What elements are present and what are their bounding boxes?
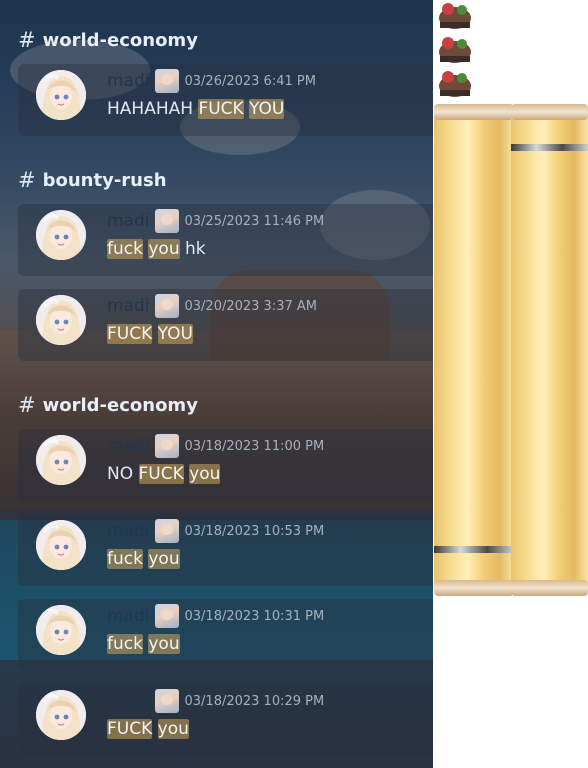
search-result-message[interactable]: madi 03/18/2023 10:31 PM fuck you <box>18 599 433 671</box>
channel-name[interactable]: bounty-rush <box>43 170 167 191</box>
message-text: hk <box>179 239 206 259</box>
avatar[interactable] <box>36 520 86 570</box>
timestamp: 03/18/2023 10:29 PM <box>184 693 325 709</box>
avatar[interactable] <box>36 435 86 485</box>
avatar[interactable] <box>36 210 86 260</box>
hash-icon: # <box>18 393 36 417</box>
toad-sticker-icon <box>436 34 474 64</box>
search-highlight: you <box>189 464 221 484</box>
jar-cap <box>511 580 588 596</box>
avatar[interactable] <box>36 295 86 345</box>
search-highlight: fuck <box>107 239 143 259</box>
search-highlight: YOU <box>249 99 285 119</box>
role-icon <box>154 209 179 233</box>
message-text: HAHAHAH <box>107 99 199 119</box>
search-highlight: YOU <box>157 324 193 344</box>
message-header: madi 03/18/2023 11:00 PM <box>107 434 324 458</box>
author-name[interactable]: madi <box>107 691 150 711</box>
spaghetti-jar-left <box>434 104 514 596</box>
search-result-message[interactable]: madi 03/26/2023 6:41 PM HAHAHAH FUCK YOU <box>18 64 433 136</box>
jar-cap <box>434 104 514 120</box>
jar-band <box>511 144 588 151</box>
timestamp: 03/18/2023 11:00 PM <box>184 438 325 454</box>
channel-name[interactable]: world-economy <box>43 30 198 51</box>
message-text <box>152 324 157 344</box>
search-highlight: FUCK <box>107 719 153 739</box>
search-highlight: you <box>148 549 180 569</box>
search-result-message[interactable]: madi 03/25/2023 11:46 PM fuck you hk <box>18 204 433 276</box>
search-results-panel: # world-economy madi 03/26/2023 6:41 PM HAHA… <box>0 0 433 768</box>
message-header: madi 03/26/2023 6:41 PM <box>107 69 316 93</box>
message-header: madi 03/20/2023 3:37 AM <box>107 294 317 318</box>
channel-header[interactable]: # world-economy <box>18 392 198 418</box>
avatar[interactable] <box>36 690 86 740</box>
search-highlight: you <box>157 719 189 739</box>
avatar[interactable] <box>36 605 86 655</box>
message-content: FUCK YOU <box>107 320 193 348</box>
role-icon <box>154 69 179 93</box>
search-highlight: FUCK <box>138 464 184 484</box>
toad-sticker-icon <box>436 68 474 98</box>
toad-sticker-icon <box>436 0 474 30</box>
search-highlight: you <box>148 239 180 259</box>
message-content: HAHAHAH FUCK YOU <box>107 95 285 123</box>
message-header: madi 03/25/2023 11:46 PM <box>107 209 324 233</box>
message-text: NO <box>107 464 139 484</box>
message-header: madi 03/18/2023 10:29 PM <box>107 689 324 713</box>
search-result-message[interactable]: madi 03/18/2023 11:00 PM NO FUCK you <box>18 429 433 501</box>
author-name[interactable]: madi <box>107 521 150 541</box>
avatar[interactable] <box>36 70 86 120</box>
author-name[interactable]: madi <box>107 71 150 91</box>
timestamp: 03/20/2023 3:37 AM <box>184 298 318 314</box>
author-name[interactable]: madi <box>107 211 150 231</box>
search-highlight: FUCK <box>198 99 244 119</box>
role-icon <box>154 519 179 543</box>
role-icon <box>154 604 179 628</box>
channel-header[interactable]: # bounty-rush <box>18 167 167 193</box>
search-highlight: fuck <box>107 634 143 654</box>
timestamp: 03/18/2023 10:53 PM <box>184 523 325 539</box>
timestamp: 03/25/2023 11:46 PM <box>184 213 325 229</box>
channel-name[interactable]: world-economy <box>43 395 198 416</box>
message-header: madi 03/18/2023 10:53 PM <box>107 519 324 543</box>
role-icon <box>154 294 179 318</box>
message-content: fuck you <box>107 545 180 573</box>
timestamp: 03/18/2023 10:31 PM <box>184 608 325 624</box>
jar-cap <box>434 580 514 596</box>
message-header: madi 03/18/2023 10:31 PM <box>107 604 324 628</box>
hash-icon: # <box>18 28 36 52</box>
role-icon <box>154 434 179 458</box>
search-highlight: fuck <box>107 549 143 569</box>
role-icon <box>154 689 179 713</box>
spaghetti-jar-right <box>511 104 588 596</box>
message-content: fuck you hk <box>107 235 206 263</box>
jar-band <box>434 546 514 553</box>
message-content: NO FUCK you <box>107 460 221 488</box>
author-name[interactable]: madi <box>107 606 150 626</box>
channel-header[interactable]: # world-economy <box>18 27 198 53</box>
search-result-message[interactable]: madi 03/20/2023 3:37 AM FUCK YOU <box>18 289 433 361</box>
jar-cap <box>511 104 588 120</box>
author-name[interactable]: madi <box>107 296 150 316</box>
search-result-message[interactable]: madi 03/18/2023 10:29 PM FUCK you <box>18 684 433 756</box>
message-text <box>152 719 157 739</box>
search-highlight: FUCK <box>107 324 153 344</box>
author-name[interactable]: madi <box>107 436 150 456</box>
message-content: fuck you <box>107 630 180 658</box>
message-content: FUCK you <box>107 715 189 743</box>
hash-icon: # <box>18 168 36 192</box>
search-highlight: you <box>148 634 180 654</box>
search-result-message[interactable]: madi 03/18/2023 10:53 PM fuck you <box>18 514 433 586</box>
timestamp: 03/26/2023 6:41 PM <box>184 73 316 89</box>
